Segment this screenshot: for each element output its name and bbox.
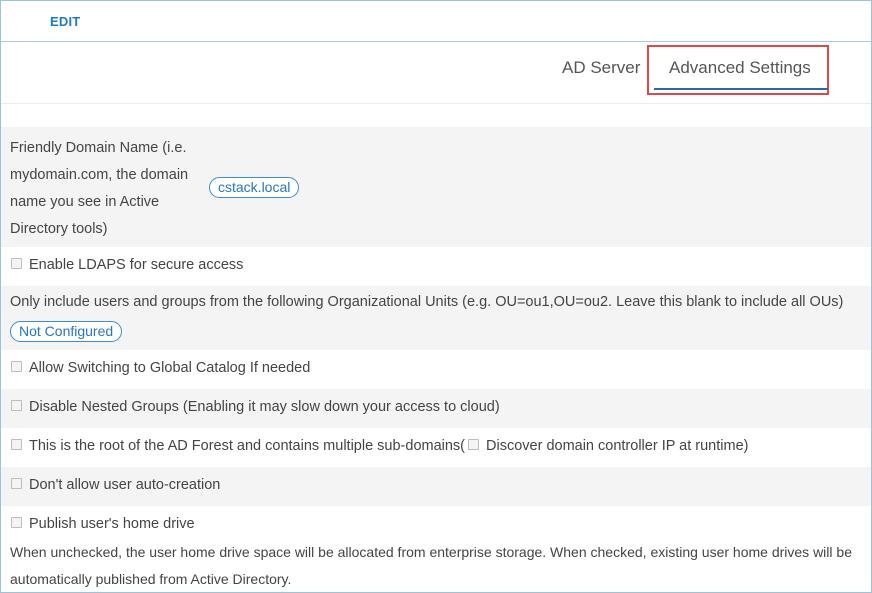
ou-row: Only include users and groups from the f… xyxy=(1,286,871,350)
auto-creation-label: Don't allow user auto-creation xyxy=(29,477,221,493)
home-drive-row: Publish user's home drive When unchecked… xyxy=(1,506,871,592)
toolbar: EDIT xyxy=(1,1,871,42)
friendly-domain-label: Friendly Domain Name (i.e. mydomain.com,… xyxy=(10,140,189,237)
active-tab-indicator xyxy=(654,88,828,90)
ou-label: Only include users and groups from the f… xyxy=(10,294,844,310)
global-catalog-label: Allow Switching to Global Catalog If nee… xyxy=(29,360,311,376)
tab-ad-server[interactable]: AD Server xyxy=(562,58,640,78)
nested-groups-label: Disable Nested Groups (Enabling it may s… xyxy=(29,399,500,415)
discover-dc-label: Discover domain controller IP at runtime… xyxy=(486,438,749,454)
ldaps-label: Enable LDAPS for secure access xyxy=(29,257,244,273)
ou-value[interactable]: Not Configured xyxy=(10,321,123,342)
root-forest-checkbox[interactable] xyxy=(11,438,22,450)
nested-groups-row: Disable Nested Groups (Enabling it may s… xyxy=(1,389,871,428)
friendly-domain-value[interactable]: cstack.local xyxy=(209,177,300,198)
global-catalog-checkbox[interactable] xyxy=(11,360,22,372)
nested-groups-checkbox[interactable] xyxy=(11,399,22,411)
ldaps-row: Enable LDAPS for secure access xyxy=(1,247,871,286)
tab-advanced-settings[interactable]: Advanced Settings xyxy=(669,58,811,78)
home-drive-label: Publish user's home drive xyxy=(29,516,195,532)
discover-dc-checkbox[interactable] xyxy=(468,438,480,450)
edit-button[interactable]: EDIT xyxy=(50,14,80,29)
global-catalog-row: Allow Switching to Global Catalog If nee… xyxy=(1,350,871,389)
settings-panel: EDIT AD Server Advanced Settings Friendl… xyxy=(0,0,872,593)
ldaps-checkbox[interactable] xyxy=(11,257,22,269)
friendly-domain-row: Friendly Domain Name (i.e. mydomain.com,… xyxy=(1,127,871,247)
home-drive-checkbox[interactable] xyxy=(11,516,22,528)
root-forest-label: This is the root of the AD Forest and co… xyxy=(29,438,466,454)
root-forest-row: This is the root of the AD Forest and co… xyxy=(1,428,871,467)
auto-creation-checkbox[interactable] xyxy=(11,477,22,489)
home-drive-note: When unchecked, the user home drive spac… xyxy=(10,544,852,587)
auto-creation-row: Don't allow user auto-creation xyxy=(1,467,871,506)
tab-bar: AD Server Advanced Settings xyxy=(1,42,871,104)
